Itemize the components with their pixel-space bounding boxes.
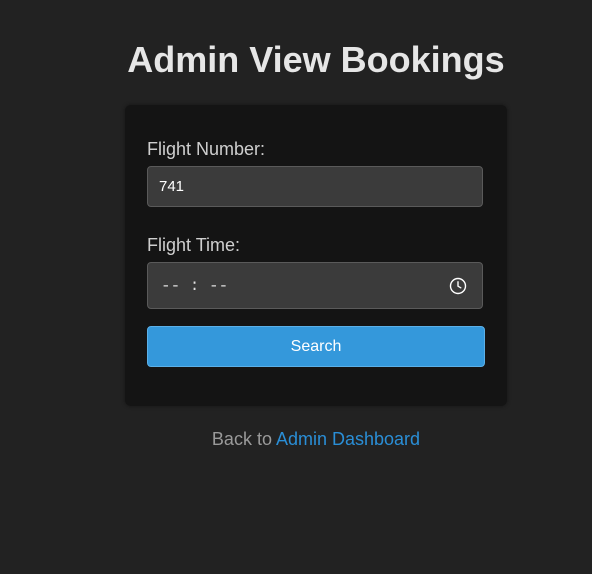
flight-time-placeholder: -- : -- [161, 276, 229, 295]
flight-time-input[interactable]: -- : -- [147, 262, 483, 309]
flight-time-label: Flight Time: [147, 235, 241, 255]
flight-number-input[interactable] [147, 166, 483, 207]
admin-dashboard-link[interactable]: Admin Dashboard [276, 429, 420, 449]
page-title: Admin View Bookings [127, 39, 505, 80]
back-prefix: Back to [211, 429, 272, 449]
booking-search-form: Flight Number: Flight Time: -- : -- Sear… [125, 105, 507, 406]
search-button[interactable]: Search [147, 326, 485, 367]
flight-number-label: Flight Number: [147, 139, 266, 159]
back-navigation: Back to Admin Dashboard [0, 428, 592, 450]
clock-icon[interactable] [448, 276, 468, 296]
